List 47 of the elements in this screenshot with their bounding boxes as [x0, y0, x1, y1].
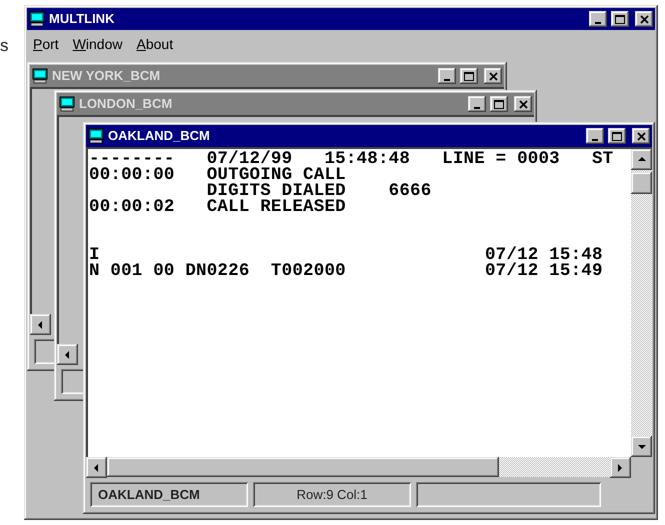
terminal-output: -------- 07/12/99 15:48:48 LINE = 0003 ST 00:00:00 OUTGOING CALL DIGITS DIALED 6666 00:00:02 CALL RELEASED I 07/12 15:48 N 001 00 DN0226 T002000 07/12 15:49: [88, 149, 614, 283]
minimize-icon: [595, 22, 601, 24]
close-icon: [636, 132, 646, 140]
computer-icon: [29, 11, 45, 27]
scrollbar-thumb[interactable]: [631, 172, 652, 194]
scroll-right-button[interactable]: [610, 457, 631, 478]
minimize-button[interactable]: [589, 11, 607, 27]
menu-item[interactable]: About: [136, 34, 174, 55]
minimize-icon: [474, 106, 480, 108]
menu-item[interactable]: Port: [33, 34, 59, 55]
status-text: Row:9 Col:1: [253, 482, 411, 507]
close-button[interactable]: [635, 11, 653, 27]
close-button[interactable]: [484, 68, 502, 84]
maximize-icon: [612, 132, 622, 140]
computer-icon: [88, 128, 104, 144]
minimize-button[interactable]: [468, 96, 486, 112]
close-icon: [640, 14, 648, 24]
scroll-left-button[interactable]: [86, 457, 107, 478]
minimize-icon: [444, 78, 450, 80]
maximize-button[interactable]: [608, 128, 626, 144]
scroll-left-button[interactable]: [57, 344, 78, 365]
scrollbar-thumb[interactable]: [107, 457, 500, 477]
minimize-button[interactable]: [586, 128, 604, 144]
scroll-left-button[interactable]: [30, 314, 51, 335]
window-title: LONDON_BCM: [79, 95, 174, 114]
maximize-icon: [494, 100, 504, 108]
maximize-icon: [615, 14, 625, 24]
minimize-icon: [592, 138, 598, 140]
close-button[interactable]: [632, 128, 650, 144]
status-text: OAKLAND_BCM: [90, 482, 248, 507]
window-title: NEW YORK_BCM: [52, 67, 162, 86]
close-button[interactable]: [514, 96, 532, 112]
scroll-up-button[interactable]: [631, 149, 652, 170]
maximize-icon: [464, 72, 474, 80]
scroll-down-button[interactable]: [631, 436, 652, 457]
maximize-button[interactable]: [460, 68, 478, 84]
computer-icon: [32, 68, 48, 84]
close-icon: [518, 100, 528, 108]
edge-text: s: [0, 35, 10, 57]
computer-icon: [59, 96, 75, 112]
maximize-button[interactable]: [611, 11, 629, 27]
window-title: MULTLINK: [49, 10, 116, 28]
maximize-button[interactable]: [490, 96, 508, 112]
window-title: OAKLAND_BCM: [108, 127, 211, 146]
close-icon: [488, 72, 498, 80]
minimize-button[interactable]: [438, 68, 456, 84]
menu-item[interactable]: Window: [72, 34, 122, 55]
